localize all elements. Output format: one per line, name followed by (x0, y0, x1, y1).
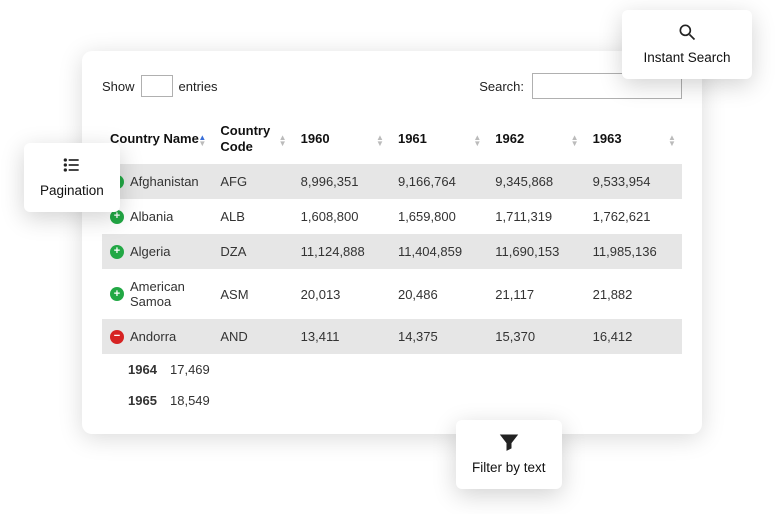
pagination-popover: Pagination (24, 143, 120, 212)
expanded-year-value: 17,469 (170, 362, 210, 377)
cell-1961: 11,404,859 (390, 234, 487, 269)
cell-1962: 21,117 (487, 269, 584, 319)
cell-1960: 20,013 (293, 269, 390, 319)
cell-country-name: Albania (130, 209, 173, 224)
cell-1961: 9,166,764 (390, 164, 487, 199)
show-label-prefix: Show (102, 79, 135, 94)
cell-1961: 1,659,800 (390, 199, 487, 234)
table-row: + American Samoa ASM20,01320,48621,11721,8… (102, 269, 682, 319)
cell-1962: 11,690,153 (487, 234, 584, 269)
cell-country-code: ASM (212, 269, 292, 319)
cell-1963: 21,882 (585, 269, 682, 319)
header-1963[interactable]: 1963 ▲▼ (585, 117, 682, 164)
table-row: −Andorra AND13,41114,37515,37016,412 (102, 319, 682, 354)
table-row: + Algeria DZA11,124,88811,404,85911,690,15… (102, 234, 682, 269)
search-label: Search: (479, 79, 524, 94)
header-1962[interactable]: 1962 ▲▼ (487, 117, 584, 164)
expanded-year-value: 18,549 (170, 393, 210, 408)
cell-1962: 9,345,868 (487, 164, 584, 199)
data-table-card: Show entries Search: Country Name ▲▼ Cou… (82, 51, 702, 434)
table-body: + Afghanistan AFG8,996,3519,166,7649,345,8… (102, 164, 682, 416)
show-label-suffix: entries (179, 79, 218, 94)
cell-country-code: DZA (212, 234, 292, 269)
search-icon (677, 22, 697, 42)
sort-icon: ▲▼ (376, 135, 384, 147)
cell-country-code: AND (212, 319, 292, 354)
cell-1963: 11,985,136 (585, 234, 682, 269)
cell-1961: 20,486 (390, 269, 487, 319)
funnel-icon (499, 432, 519, 452)
expand-icon[interactable]: + (110, 287, 124, 301)
cell-country-code: AFG (212, 164, 292, 199)
sort-icon: ▲▼ (473, 135, 481, 147)
cell-1963: 9,533,954 (585, 164, 682, 199)
cell-1963: 1,762,621 (585, 199, 682, 234)
instant-search-popover: Instant Search (622, 10, 752, 79)
cell-1960: 13,411 (293, 319, 390, 354)
cell-country-code: ALB (212, 199, 292, 234)
filter-label: Filter by text (472, 460, 546, 475)
cell-1961: 14,375 (390, 319, 487, 354)
header-1960[interactable]: 1960 ▲▼ (293, 117, 390, 164)
sort-icon: ▲▼ (279, 135, 287, 147)
expanded-row: 196518,549 (102, 385, 682, 416)
cell-1960: 8,996,351 (293, 164, 390, 199)
pagination-label: Pagination (40, 183, 104, 198)
table-controls: Show entries Search: (102, 73, 682, 99)
instant-search-label: Instant Search (643, 50, 730, 65)
header-country-code[interactable]: Country Code ▲▼ (212, 117, 292, 164)
table-row: +AlbaniaALB1,608,8001,659,8001,711,3191,… (102, 199, 682, 234)
expand-icon[interactable]: + (110, 245, 124, 259)
header-1961[interactable]: 1961 ▲▼ (390, 117, 487, 164)
cell-1960: 1,608,800 (293, 199, 390, 234)
show-entries-group: Show entries (102, 75, 218, 97)
expanded-year-label: 1964 (110, 362, 170, 377)
cell-country-name: American Samoa (130, 279, 204, 309)
list-icon (62, 155, 82, 175)
entries-count-input[interactable] (141, 75, 173, 97)
sort-icon: ▲▼ (198, 135, 206, 147)
cell-1962: 1,711,319 (487, 199, 584, 234)
expanded-year-label: 1965 (110, 393, 170, 408)
filter-popover: Filter by text (456, 420, 562, 489)
sort-icon: ▲▼ (668, 135, 676, 147)
sort-icon: ▲▼ (571, 135, 579, 147)
collapse-icon[interactable]: − (110, 330, 124, 344)
cell-country-name: Afghanistan (130, 174, 199, 189)
table-row: +AfghanistanAFG8,996,3519,166,7649,345,8… (102, 164, 682, 199)
cell-1962: 15,370 (487, 319, 584, 354)
cell-country-name: Algeria (130, 244, 170, 259)
cell-1960: 11,124,888 (293, 234, 390, 269)
cell-country-name: Andorra (130, 329, 176, 344)
cell-1963: 16,412 (585, 319, 682, 354)
expanded-row: 196417,469 (102, 354, 682, 385)
data-table: Country Name ▲▼ Country Code ▲▼ 1960 ▲▼ … (102, 117, 682, 416)
